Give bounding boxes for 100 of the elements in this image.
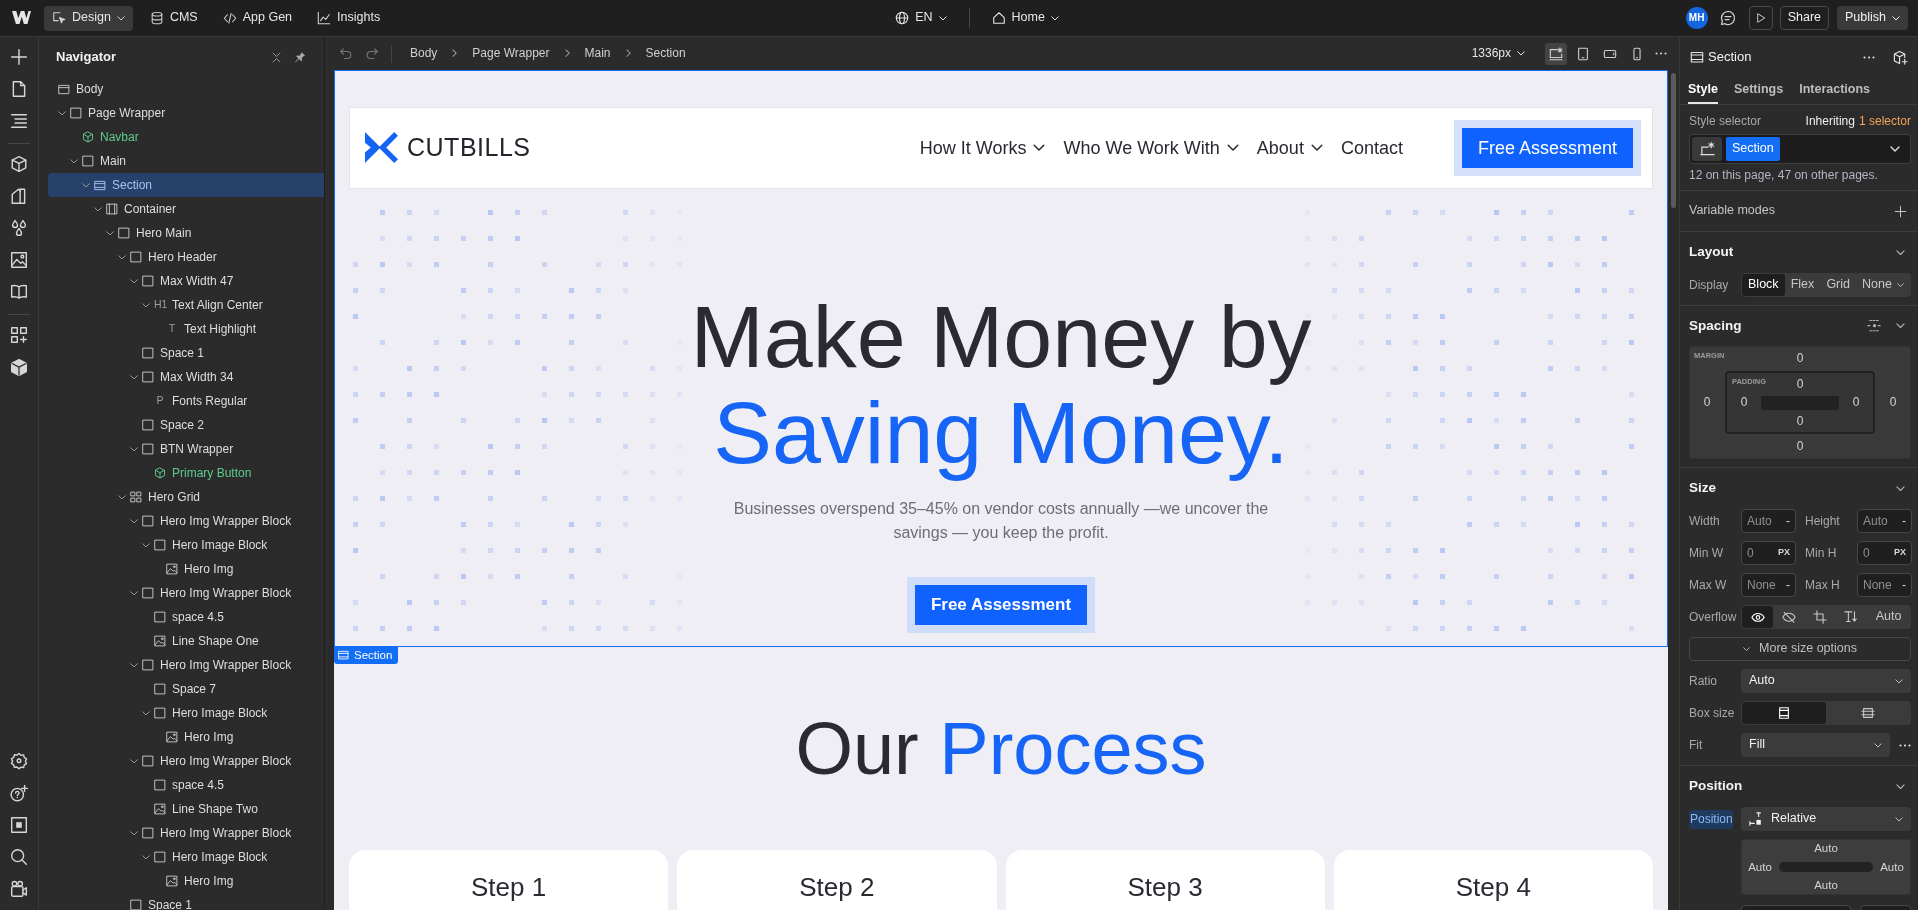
plus-icon[interactable] xyxy=(10,48,28,66)
segment-option[interactable] xyxy=(1742,606,1774,628)
chevron-down-icon[interactable] xyxy=(1896,323,1905,329)
size-field[interactable]: Auto - xyxy=(1857,509,1912,533)
size-field[interactable]: None - xyxy=(1741,573,1796,597)
tree-item[interactable]: space 4.5 xyxy=(48,773,324,797)
chevron-down-icon[interactable] xyxy=(1896,485,1905,492)
more-icon[interactable] xyxy=(1863,55,1875,59)
margin-value[interactable]: 0 xyxy=(1703,395,1711,410)
help-icon[interactable] xyxy=(10,784,28,802)
value-input[interactable]: 0 xyxy=(1747,545,1778,561)
undo-icon[interactable] xyxy=(339,47,353,60)
caret-down-icon[interactable] xyxy=(142,542,150,548)
segment-option[interactable]: Flex xyxy=(1784,274,1821,296)
tree-item[interactable]: H1 Text Align Center xyxy=(48,293,324,317)
more-icon[interactable] xyxy=(1655,52,1667,55)
tree-item[interactable]: Hero Img xyxy=(48,557,324,581)
menu-link[interactable]: How It Works xyxy=(919,136,1046,160)
caret-down-icon[interactable] xyxy=(130,374,138,380)
image-icon[interactable] xyxy=(10,251,28,269)
property-label[interactable]: Position xyxy=(1689,809,1733,829)
page-icon[interactable] xyxy=(10,80,28,98)
caret-down-icon[interactable] xyxy=(130,446,138,452)
caret-down-icon[interactable] xyxy=(130,518,138,524)
unit-label[interactable]: PX xyxy=(1894,547,1906,559)
size-field[interactable]: Auto - xyxy=(1741,509,1796,533)
caret-down-icon[interactable] xyxy=(130,590,138,596)
tree-item[interactable]: Primary Button xyxy=(48,461,324,485)
width-dropdown[interactable]: 1336px xyxy=(1467,41,1529,66)
value-input[interactable]: None xyxy=(1747,577,1786,593)
tree-item[interactable]: Hero Image Block xyxy=(48,845,324,869)
tree-item[interactable]: Hero Image Block xyxy=(48,533,324,557)
tree-item[interactable]: Hero Img Wrapper Block xyxy=(48,749,324,773)
tree-item[interactable]: Hero Img Wrapper Block xyxy=(48,653,324,677)
tree-item[interactable]: Line Shape One xyxy=(48,629,324,653)
offset-value[interactable]: Auto xyxy=(1748,859,1772,875)
size-field[interactable]: None - xyxy=(1857,573,1912,597)
mode-tab[interactable]: Insights xyxy=(309,5,389,31)
cta-button[interactable]: Free Assessment xyxy=(1453,120,1641,176)
tree-item[interactable]: Hero Grid xyxy=(48,485,324,509)
tree-item[interactable]: Navbar xyxy=(48,125,324,149)
tree-item[interactable]: Container xyxy=(48,197,324,221)
search-icon[interactable] xyxy=(10,848,28,866)
tree-item[interactable]: Hero Main xyxy=(48,221,324,245)
tree-item[interactable]: Space 1 xyxy=(48,341,324,365)
gear-icon[interactable] xyxy=(10,752,28,770)
panel-tab[interactable]: Style xyxy=(1688,77,1718,104)
fit-dropdown[interactable]: Fill xyxy=(1741,733,1890,757)
stop-icon[interactable] xyxy=(10,816,28,834)
segment-option[interactable]: Block xyxy=(1742,274,1785,296)
tree-item[interactable]: Max Width 34 xyxy=(48,365,324,389)
camera-icon[interactable] xyxy=(10,881,28,897)
value-input[interactable]: None xyxy=(1863,577,1902,593)
class-token[interactable]: Section xyxy=(1726,137,1780,161)
more-icon[interactable] xyxy=(1899,743,1911,747)
selection-label[interactable]: Section xyxy=(334,646,399,664)
caret-down-icon[interactable] xyxy=(106,230,114,236)
position-dropdown[interactable]: Relative xyxy=(1741,807,1911,831)
caret-down-icon[interactable] xyxy=(142,710,150,716)
caret-down-icon[interactable] xyxy=(142,302,150,308)
tree-item[interactable]: P Fonts Regular xyxy=(48,389,324,413)
offset-value[interactable]: Auto xyxy=(1814,878,1838,893)
language-dropdown[interactable]: EN xyxy=(891,6,951,30)
padding-value[interactable]: 0 xyxy=(1796,376,1804,392)
more-options-button[interactable]: More size options xyxy=(1689,637,1911,661)
swatch-icon[interactable] xyxy=(10,187,28,205)
logo-icon[interactable] xyxy=(12,11,31,25)
page-dropdown[interactable]: Home xyxy=(987,6,1063,30)
chevron-down-icon[interactable] xyxy=(1896,783,1905,790)
menu-link[interactable]: Who We Work With xyxy=(1063,136,1239,160)
brand-name[interactable]: CUTBILLS xyxy=(407,132,531,164)
redo-icon[interactable] xyxy=(365,47,379,60)
unit-label[interactable]: PX xyxy=(1778,547,1790,559)
caret-down-icon[interactable] xyxy=(118,494,126,500)
breadcrumb-item[interactable]: Page Wrapper xyxy=(472,46,550,61)
value-input[interactable]: Auto xyxy=(1863,513,1902,529)
caret-down-icon[interactable] xyxy=(130,758,138,764)
caret-down-icon[interactable] xyxy=(118,254,126,260)
tree-item[interactable]: Hero Img Wrapper Block xyxy=(48,821,324,845)
ratio-dropdown[interactable]: Auto xyxy=(1741,669,1911,693)
menu-link[interactable]: Contact xyxy=(1340,136,1403,160)
collapse-icon[interactable] xyxy=(271,51,282,63)
menu-link[interactable]: About xyxy=(1256,136,1323,160)
cube-icon[interactable] xyxy=(10,358,28,376)
margin-value[interactable]: 0 xyxy=(1796,351,1804,366)
breadcrumb-item[interactable]: Section xyxy=(645,46,686,61)
caret-down-icon[interactable] xyxy=(82,182,90,188)
segment-option[interactable] xyxy=(1742,702,1826,724)
breakpoint-button[interactable] xyxy=(1545,42,1567,65)
margin-value[interactable]: 0 xyxy=(1889,395,1897,410)
preview-button[interactable] xyxy=(1748,6,1773,30)
tree-item[interactable]: Hero Img xyxy=(48,725,324,749)
unit-label[interactable]: - xyxy=(1902,577,1906,593)
segment-option[interactable]: Grid xyxy=(1820,274,1857,296)
padding-value[interactable]: 0 xyxy=(1796,413,1804,429)
offset-value[interactable]: Auto xyxy=(1880,859,1904,875)
tree-item[interactable]: Hero Img Wrapper Block xyxy=(48,581,324,605)
book-icon[interactable] xyxy=(10,285,28,299)
panel-tab[interactable]: Settings xyxy=(1733,77,1784,104)
inherited-selector-link[interactable]: 1 selector xyxy=(1858,114,1911,128)
